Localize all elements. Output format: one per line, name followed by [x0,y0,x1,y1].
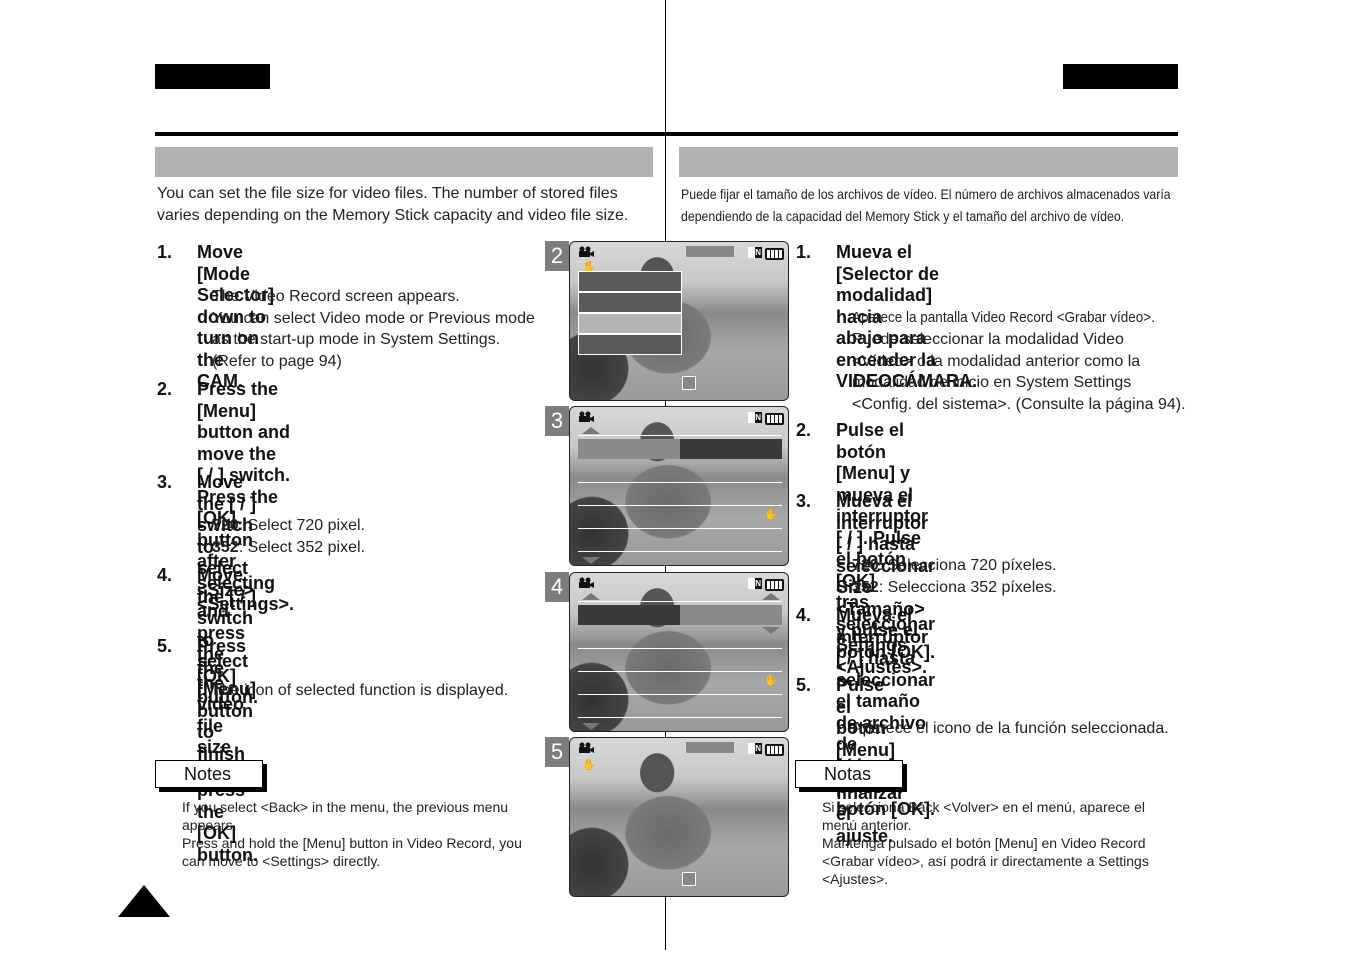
video-camera-icon [579,577,594,588]
menu-row-size-selected[interactable] [578,439,680,459]
menu-item-settings-selected[interactable] [578,313,682,334]
scroll-up-arrow-icon[interactable] [582,427,600,434]
memory-stick-icon: N [748,743,762,754]
step-number: 3. [157,472,173,492]
step-number: 2. [796,420,812,440]
menu-row-size-value-selected[interactable] [680,605,782,625]
menu-divider [578,601,782,602]
anti-shake-hand-icon: ✋ [764,509,778,521]
step-number: 4. [157,565,173,585]
step-number: 5. [796,675,812,695]
option-desc: : Selecciona 352 píxeles. [878,579,1057,596]
battery-icon [765,579,784,591]
option-key: 720 [212,517,239,534]
size-option-720-spanish: 720: Selecciona 720 píxeles. [852,555,1057,577]
scroll-down-arrow-icon[interactable] [582,723,600,730]
battery-icon [765,744,784,756]
value-up-arrow-icon[interactable] [762,593,780,600]
step-1-details-b-spanish: Puede seleccionar la modalidad Video <Ví… [852,331,1186,413]
battery-icon [765,248,784,260]
size-option-352-english: 352: Select 352 pixel. [212,537,365,559]
anti-shake-hand-icon: ✋ [582,759,596,771]
notes-label-english: Notes [155,760,263,788]
battery-icon [765,413,784,425]
step-number: 5. [157,636,173,656]
value-down-arrow-icon[interactable] [762,627,780,634]
video-camera-icon [579,742,594,753]
camera-screen-3: N ✋ [569,406,789,566]
focus-indicator [682,872,696,886]
screen-number-4: 4 [545,572,569,602]
menu-divider [578,671,782,672]
option-key: 720 [852,557,879,574]
intro-spanish: Puede fijar el tamaño de los archivos de… [681,183,1171,227]
memory-stick-icon: N [748,412,762,423]
option-desc: : Selecciona 720 píxeles. [878,557,1057,574]
intro-english: You can set the file size for video file… [157,185,629,224]
page-triangle-icon [118,885,170,917]
notes-text-english: If you select <Back> in the menu, the pr… [182,799,522,869]
menu-row-size[interactable] [578,605,680,625]
step-number: 1. [157,242,173,262]
status-bar [686,742,734,753]
camera-screen-5: ✋ N [569,737,789,897]
menu-divider [578,505,782,506]
camera-screen-2: ✋ N [569,241,789,401]
scroll-up-arrow-icon[interactable] [582,593,600,600]
step-number: 4. [796,605,812,625]
option-desc: : Select 352 pixel. [238,539,365,556]
menu-item[interactable] [578,292,682,313]
anti-shake-hand-icon: ✋ [764,675,778,687]
focus-indicator [682,376,696,390]
menu-divider [578,528,782,529]
step-5-details-english: The icon of selected function is display… [212,682,509,699]
menu-divider [578,551,782,552]
section-title-bar-spanish [679,147,1178,177]
option-key: 352 [852,579,879,596]
menu-divider [578,482,782,483]
step-1-details-english: The Video Record screen appears. You can… [212,288,535,370]
step-number: 1. [796,242,812,262]
memory-stick-icon: N [748,247,762,258]
option-desc: : Select 720 pixel. [238,517,365,534]
camera-screen-4: N ✋ [569,572,789,732]
section-title-bar-english [155,147,653,177]
video-camera-icon [579,411,594,422]
step-5-details-spanish: Aparece el icono de la función seleccion… [852,720,1169,737]
menu-divider [578,717,782,718]
screen-number-5: 5 [545,737,569,767]
language-tab-english [155,64,270,89]
memory-stick-icon: N [748,578,762,589]
size-option-352-spanish: 352: Selecciona 352 píxeles. [852,577,1057,599]
size-option-720-english: 720: Select 720 pixel. [212,515,365,537]
screen-number-3: 3 [545,406,569,436]
language-tab-spanish [1063,64,1178,89]
status-bar [686,246,734,257]
menu-item[interactable] [578,334,682,355]
step-1-details-a-spanish: Aparece la pantalla Video Record <Grabar… [852,309,1155,326]
menu-item[interactable] [578,271,682,292]
scroll-down-arrow-icon[interactable] [582,557,600,564]
menu-divider [578,648,782,649]
option-key: 352 [212,539,239,556]
notes-text-spanish: Si selecciona Back <Volver> en el menú, … [822,799,1149,887]
header-rule [155,132,1178,136]
menu-divider [578,435,782,436]
step-number: 2. [157,379,173,399]
menu-divider [578,694,782,695]
video-camera-icon [579,246,594,257]
step-number: 3. [796,491,812,511]
menu-row-size-value[interactable] [680,439,782,459]
screen-number-2: 2 [545,241,569,271]
notes-label-spanish: Notas [795,760,903,788]
intro-text: Puede fijar el tamaño de los archivos de… [681,186,1171,224]
